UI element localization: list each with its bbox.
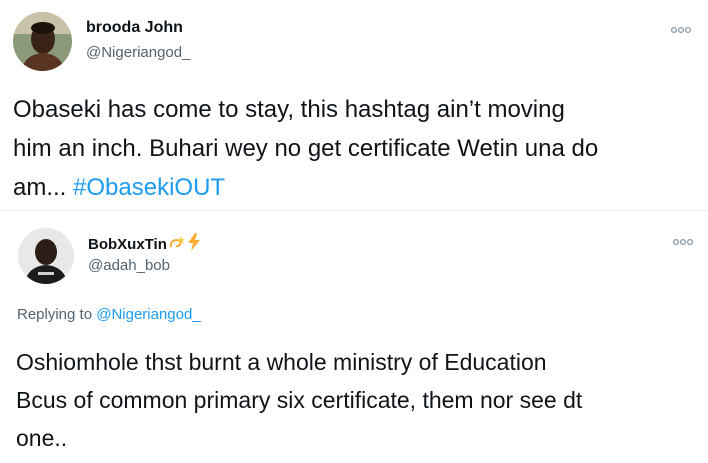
more-options-icon[interactable] (672, 236, 694, 248)
user-avatar-photo-icon (18, 228, 74, 284)
user-avatar[interactable] (13, 12, 72, 71)
replying-to-label: Replying to (17, 306, 97, 323)
hashtag-link[interactable]: #ObasekiOUT (73, 174, 225, 201)
lightning-emoji-icon (187, 233, 200, 251)
user-avatar-photo-icon (13, 12, 72, 71)
user-avatar[interactable] (18, 228, 74, 284)
user-handle[interactable]: @adah_bob (88, 257, 170, 274)
display-name-text: BobXuxTin (88, 236, 167, 253)
more-options-icon[interactable] (670, 24, 692, 36)
tweet-text: Obaseki has come to stay, this hashtag a… (13, 90, 598, 207)
tweet-text-line: Oshiomhole thst burnt a whole ministry o… (16, 349, 547, 375)
display-name[interactable]: brooda John (86, 19, 183, 37)
tweet-text-line: Obaseki has come to stay, this hashtag a… (13, 96, 565, 123)
reply-tweet[interactable]: BobXuxTin @adah_bob Replying to @Nigeria… (0, 211, 708, 463)
tweet-text-fragment: am... (13, 174, 74, 201)
tweet-text: Oshiomhole thst burnt a whole ministry o… (16, 343, 582, 457)
tweet-text-line: am... #ObasekiOUT (13, 168, 598, 207)
tweet-text-line: him an inch. Buhari wey no get certifica… (13, 135, 599, 162)
tweet-text-line: Bcus of common primary six certificate, … (16, 387, 583, 413)
replying-to: Replying to @Nigeriangod_ (17, 306, 201, 323)
dizzy-emoji-icon (169, 236, 185, 248)
user-handle[interactable]: @Nigeriangod_ (86, 44, 190, 61)
tweet[interactable]: brooda John @Nigeriangod_ Obaseki has co… (0, 0, 708, 210)
replying-to-mention[interactable]: @Nigeriangod_ (96, 306, 200, 323)
display-name[interactable]: BobXuxTin (88, 233, 201, 253)
tweet-text-line: one.. (16, 425, 68, 451)
